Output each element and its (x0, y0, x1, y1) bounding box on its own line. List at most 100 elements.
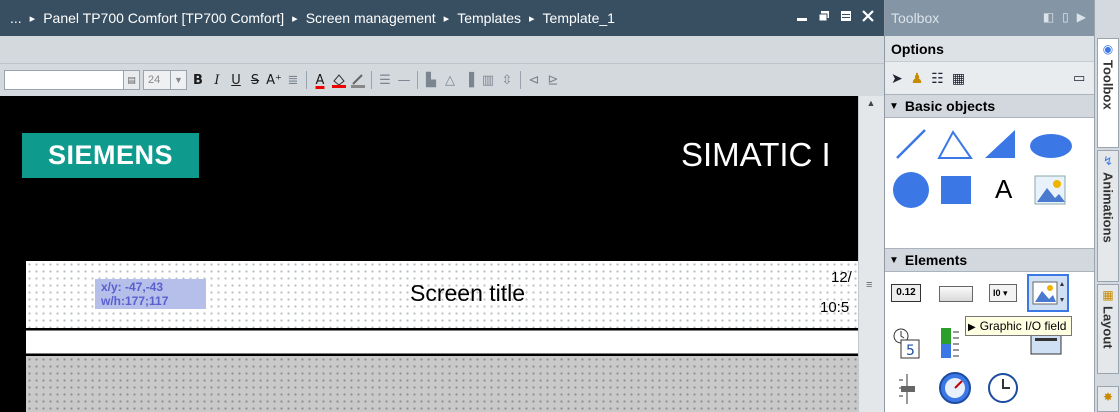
breadcrumb: ... ▸ Panel TP700 Comfort [TP700 Comfort… (0, 10, 619, 26)
toolbox-panel: Toolbox ◧ ▯ ▶ Options ➤ ♟ ☷ ▦ ▭ ▼ Basic … (884, 0, 1094, 412)
line-style-icon[interactable]: ☰ (377, 70, 393, 90)
editor-title-bar: ... ▸ Panel TP700 Comfort [TP700 Comfort… (0, 0, 884, 36)
window-buttons (794, 8, 876, 24)
basic-objects-grid: A (885, 118, 1094, 248)
breadcrumb-panel[interactable]: Panel TP700 Comfort [TP700 Comfort] (43, 10, 284, 26)
date-field[interactable]: 12/ (831, 269, 852, 286)
breadcrumb-template-1[interactable]: Template_1 (543, 10, 615, 26)
breadcrumb-screen-management[interactable]: Screen management (306, 10, 436, 26)
tooltip-arrow-icon: ▶ (968, 322, 976, 333)
font-name-field[interactable]: ▤ (4, 70, 140, 90)
align-right-icon[interactable]: ▐ (461, 70, 477, 90)
bold-button[interactable]: B (190, 70, 206, 90)
line-width-icon[interactable]: — (396, 70, 412, 90)
float-icon[interactable]: ◧ (1043, 10, 1054, 24)
simatic-brand-text: SIMATIC I (681, 136, 831, 173)
screen-canvas[interactable]: SIEMENS SIMATIC I x/y: -47,-43 w/h:177;1… (0, 96, 858, 412)
tab-toolbox[interactable]: ◉ Toolbox (1097, 38, 1119, 148)
breadcrumb-templates[interactable]: Templates (457, 10, 521, 26)
rotate-icon[interactable]: △ (442, 70, 458, 90)
elements-header[interactable]: ▼ Elements (885, 248, 1094, 272)
chevron-down-icon[interactable]: ▼ (170, 71, 186, 89)
scroll-up-icon[interactable]: ▲ (863, 98, 879, 112)
position-readout: x/y: -47,-43 (101, 280, 164, 294)
graphic-io-field-icon[interactable] (1027, 274, 1069, 312)
format-toolbar: ▤ 24 ▼ B I U S A⁺ ≣ A ☰ — ▙ △ ▐ ▥ ⇳ ⊲ ⊵ (0, 64, 884, 96)
chevron-down-icon: ▼ (889, 100, 899, 112)
layer-icon[interactable]: ⊵ (545, 70, 561, 90)
io-field-icon[interactable]: 0.12 (891, 284, 921, 302)
tab-layout[interactable]: ▦ Layout (1097, 284, 1119, 374)
font-name-dropdown-icon[interactable]: ▤ (123, 71, 139, 89)
font-color-icon[interactable]: A (312, 70, 328, 90)
options-toolbar: ➤ ♟ ☷ ▦ ▭ (885, 62, 1094, 94)
button-icon[interactable] (939, 286, 973, 302)
same-size-icon[interactable]: ⇳ (499, 70, 515, 90)
layout-tab-icon: ▦ (1102, 288, 1114, 302)
line-color-icon[interactable] (350, 70, 366, 90)
font-size-value: 24 (148, 74, 161, 86)
toolbox-title: Toolbox (891, 10, 940, 26)
underline-button[interactable]: U (228, 70, 244, 90)
toolbar-divider (371, 71, 372, 89)
font-size-field[interactable]: 24 ▼ (143, 70, 187, 90)
close-icon[interactable] (860, 8, 876, 24)
time-field[interactable]: 10:5 (820, 299, 849, 316)
fill-color-icon[interactable] (331, 70, 347, 90)
pin-icon[interactable]: ▯ (1062, 10, 1069, 24)
rectangle-icon[interactable] (939, 174, 975, 210)
text-field-icon[interactable]: A (995, 174, 1012, 205)
strikethrough-button[interactable]: S (247, 70, 263, 90)
date-time-field-icon[interactable]: 5 (891, 326, 923, 360)
polyline-icon[interactable] (935, 124, 975, 164)
template-separator-bar[interactable] (26, 330, 858, 354)
slider-icon[interactable] (895, 372, 919, 406)
user-icon[interactable]: ♟ (911, 70, 924, 87)
float-icon[interactable] (816, 8, 832, 24)
flip-icon[interactable]: ⊲ (526, 70, 542, 90)
align-icon[interactable]: ▙ (423, 70, 439, 90)
tooltip-text: Graphic I/O field (979, 319, 1067, 333)
gauge-icon[interactable] (937, 370, 973, 406)
view-icon[interactable]: ▦ (952, 70, 965, 87)
clock-icon[interactable] (985, 370, 1021, 406)
ellipse-icon[interactable] (1027, 124, 1077, 164)
vertical-scrollbar[interactable]: ▲ ≡ (858, 96, 884, 412)
tab-animations[interactable]: ↯ Animations (1097, 150, 1119, 282)
collapse-icon[interactable]: ▶ (1077, 10, 1086, 24)
template-work-area[interactable] (26, 356, 858, 412)
toolbar-divider (417, 71, 418, 89)
tab-libraries[interactable]: ✸ (1097, 386, 1119, 412)
tab-toolbox-label: Toolbox (1100, 60, 1116, 110)
line-icon[interactable] (891, 124, 931, 164)
elements-label: Elements (904, 252, 968, 268)
chevron-down-icon: ▼ (889, 254, 899, 266)
symbolic-io-field-icon[interactable]: I0 ▾ (989, 284, 1017, 302)
font-size-increase-icon[interactable]: A⁺ (266, 70, 282, 90)
svg-text:5: 5 (906, 343, 915, 359)
scroll-grip-icon[interactable]: ≡ (866, 279, 872, 291)
size-readout: w/h:177;117 (101, 294, 169, 308)
maximize-icon[interactable] (838, 8, 854, 24)
breadcrumb-ellipsis[interactable]: ... (10, 10, 22, 26)
toolbox-title-bar: Toolbox ◧ ▯ ▶ (885, 0, 1094, 36)
elements-grid: 0.12 I0 ▾ 5 (885, 272, 1094, 412)
toolbar-divider (520, 71, 521, 89)
library-icon[interactable]: ☷ (931, 70, 944, 87)
panel-toggle-icon[interactable]: ▭ (1073, 70, 1085, 86)
minimize-icon[interactable] (794, 8, 810, 24)
polygon-icon[interactable] (981, 124, 1021, 164)
distribute-icon[interactable]: ▥ (480, 70, 496, 90)
screen-title-text[interactable]: Screen title (410, 280, 525, 307)
italic-button[interactable]: I (209, 70, 225, 90)
options-label: Options (885, 36, 1094, 62)
template-header-area[interactable]: x/y: -47,-43 w/h:177;117 Screen title 12… (26, 261, 858, 328)
basic-objects-header[interactable]: ▼ Basic objects (885, 94, 1094, 118)
breadcrumb-separator-icon: ▸ (29, 12, 36, 25)
circle-icon[interactable] (891, 170, 931, 210)
text-align-icon[interactable]: ≣ (285, 70, 301, 90)
siemens-logo: SIEMENS (22, 133, 199, 178)
libraries-tab-icon: ✸ (1102, 390, 1114, 404)
graphic-view-icon[interactable] (1033, 174, 1069, 210)
pointer-icon[interactable]: ➤ (891, 70, 903, 87)
